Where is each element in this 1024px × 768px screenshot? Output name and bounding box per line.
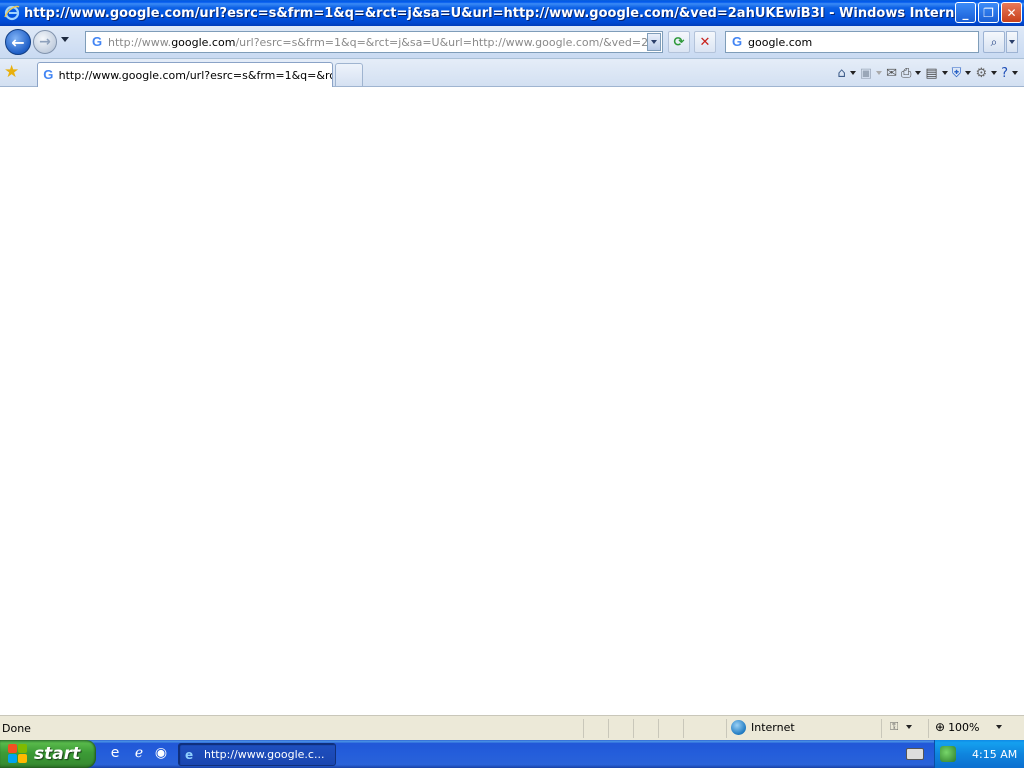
tray-network-icon[interactable]	[940, 746, 956, 762]
close-icon: ✕	[1006, 5, 1017, 20]
taskbar-item-label: http://www.google.c...	[204, 748, 325, 761]
system-tray: 4:15 AM	[934, 740, 1024, 768]
search-options-dropdown[interactable]	[1006, 31, 1018, 53]
url-prefix: http://www.	[108, 35, 172, 49]
status-bar: Done Internet ⚿ ⊕ 100%	[0, 715, 1024, 740]
tab-favicon-icon: G	[43, 67, 54, 82]
page-button[interactable]: ▤	[925, 63, 948, 83]
minimize-button[interactable]: _	[955, 2, 976, 23]
print-button[interactable]: ⎙	[900, 63, 922, 83]
status-divider	[608, 719, 609, 738]
status-divider	[583, 719, 584, 738]
search-provider-icon: G	[731, 34, 743, 49]
page-content[interactable]	[0, 88, 1024, 715]
clock[interactable]: 4:15 AM	[972, 748, 1017, 761]
print-icon: ⎙	[900, 65, 912, 81]
address-input[interactable]: http://www.google.com/url?esrc=s&frm=1&q…	[108, 36, 647, 49]
tab-bar: ★ G http://www.google.com/url?esrc=s&frm…	[0, 59, 1024, 87]
status-divider	[928, 719, 929, 738]
chevron-down-icon	[995, 725, 1002, 729]
zoom-button[interactable]: ⊕ 100%	[935, 720, 1002, 734]
forward-arrow-icon: →	[39, 34, 51, 50]
zone-label: Internet	[751, 721, 795, 734]
close-button[interactable]: ✕	[1001, 2, 1022, 23]
globe-icon	[731, 720, 746, 735]
status-divider	[658, 719, 659, 738]
home-icon: ⌂	[837, 65, 846, 81]
page-icon: ▤	[925, 65, 938, 81]
tools-button[interactable]: ⚙	[975, 63, 998, 83]
quicklaunch-browser-icon[interactable]: ℯ	[130, 744, 148, 762]
start-button[interactable]: start	[0, 740, 96, 768]
tools-icon: ⚙	[975, 65, 988, 81]
refresh-icon: ⟳	[673, 34, 685, 50]
status-text: Done	[2, 722, 31, 735]
new-tab-button[interactable]	[335, 63, 363, 86]
help-button[interactable]: ?	[1001, 63, 1018, 83]
status-divider	[633, 719, 634, 738]
tab-label: http://www.google.com/url?esrc=s&frm=1&q…	[58, 68, 332, 82]
feeds-button[interactable]: ▣	[859, 63, 883, 83]
ie-logo-icon	[4, 5, 20, 21]
forward-button[interactable]: →	[33, 30, 57, 54]
minimize-icon: _	[962, 5, 969, 20]
safety-icon: ⛨	[951, 65, 962, 81]
status-divider	[881, 719, 882, 738]
address-bar[interactable]: G http://www.google.com/url?esrc=s&frm=1…	[85, 31, 663, 53]
taskbar: start e ℯ ◉ e http://www.google.c... 4:1…	[0, 740, 1024, 768]
zoom-level: 100%	[948, 720, 980, 734]
address-dropdown-button[interactable]	[647, 33, 661, 51]
title-bar[interactable]: http://www.google.com/url?esrc=s&frm=1&q…	[0, 0, 1024, 26]
safety-button[interactable]: ⛨	[952, 63, 972, 83]
taskbar-item-ie[interactable]: e http://www.google.c...	[178, 743, 336, 766]
status-divider	[683, 719, 684, 738]
start-label: start	[34, 744, 81, 764]
quicklaunch-media-icon[interactable]: ◉	[152, 744, 170, 762]
protected-mode-button[interactable]: ⚿	[890, 720, 913, 734]
ie-task-icon: e	[185, 747, 194, 762]
home-button[interactable]: ⌂	[838, 63, 856, 83]
favorites-star-icon[interactable]: ★	[4, 63, 22, 81]
protected-mode-icon: ⚿	[890, 720, 899, 733]
quicklaunch-ie-icon[interactable]: e	[106, 744, 124, 762]
chevron-down-icon	[906, 725, 913, 729]
status-divider	[726, 719, 727, 738]
url-rest: /url?esrc=s&frm=1&q=&rct=j&sa=U&url=http…	[235, 35, 647, 49]
refresh-button[interactable]: ⟳	[668, 31, 690, 53]
tab-active[interactable]: G http://www.google.com/url?esrc=s&frm=1…	[37, 62, 333, 87]
search-input[interactable]: google.com	[748, 36, 812, 49]
security-zone[interactable]: Internet	[731, 720, 795, 735]
stop-button[interactable]: ✕	[694, 31, 716, 53]
search-button[interactable]: ⌕	[983, 31, 1005, 53]
back-button[interactable]: ←	[5, 29, 31, 55]
navigation-bar: ← → G http://www.google.com/url?esrc=s&f…	[0, 26, 1024, 59]
zoom-icon: ⊕	[935, 720, 946, 734]
google-favicon-icon: G	[91, 34, 103, 49]
command-bar: ⌂ ▣ ✉ ⎙ ▤ ⛨ ⚙ ?	[838, 62, 1018, 84]
recent-pages-dropdown[interactable]	[61, 37, 69, 42]
url-domain: google.com	[171, 35, 236, 49]
windows-flag-icon	[8, 744, 28, 764]
help-icon: ?	[1001, 65, 1008, 81]
back-arrow-icon: ←	[11, 32, 25, 52]
stop-icon: ✕	[699, 34, 711, 50]
read-mail-icon: ✉	[886, 65, 897, 81]
search-magnifier-icon: ⌕	[990, 34, 998, 49]
window-title: http://www.google.com/url?esrc=s&frm=1&q…	[24, 5, 964, 21]
keyboard-icon[interactable]	[906, 748, 924, 760]
read-mail-button[interactable]: ✉	[886, 63, 897, 83]
restore-icon: ❐	[983, 5, 994, 20]
search-box[interactable]: G google.com	[725, 31, 979, 53]
feeds-icon: ▣	[859, 65, 873, 81]
restore-button[interactable]: ❐	[978, 2, 999, 23]
